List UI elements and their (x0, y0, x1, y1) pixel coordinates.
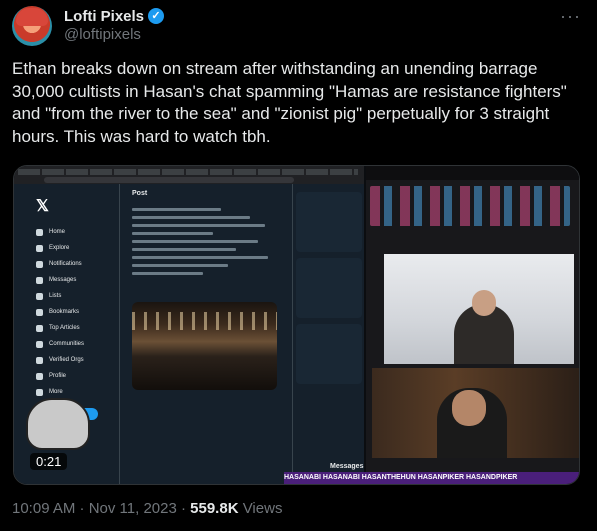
chat-header (366, 166, 579, 180)
x-nav-label: Bookmarks (49, 309, 80, 315)
webcam-bottom (372, 368, 579, 458)
x-logo-icon: 𝕏 (36, 198, 49, 215)
x-nav-item: Profile (36, 368, 116, 384)
x-nav-item: Explore (36, 240, 116, 256)
x-sidebar: 𝕏 Home Explore Notifications Messages Li… (36, 196, 116, 420)
x-right-box (296, 258, 362, 318)
x-nav-label: Top Articles (49, 325, 80, 331)
verified-badge-icon: ✓ (148, 8, 165, 24)
more-icon (36, 388, 43, 396)
x-nav-label: Lists (49, 293, 62, 299)
x-nav-item: Notifications (36, 256, 116, 272)
views-label: Views (242, 500, 283, 517)
explore-icon (36, 244, 43, 252)
mail-icon (36, 276, 43, 284)
x-nav-label: Messages (49, 277, 77, 283)
photo-lights (132, 312, 277, 330)
x-post-text (120, 208, 292, 275)
author-name-line: Lofti Pixels ✓ (64, 6, 165, 26)
tweet-header: Lofti Pixels ✓ @loftipixels ··· (12, 6, 587, 46)
home-icon (36, 228, 43, 236)
x-nav-label: Profile (49, 373, 67, 379)
author-display-name[interactable]: Lofti Pixels (64, 8, 144, 25)
x-nav-label: Home (49, 229, 66, 235)
article-icon (36, 324, 43, 332)
x-main-column: Post (119, 184, 293, 484)
list-icon (36, 292, 43, 300)
x-nav-item: Verified Orgs (36, 352, 116, 368)
browser-url-bar (44, 177, 294, 183)
x-nav-item: Lists (36, 288, 116, 304)
browser-chrome (14, 166, 364, 184)
x-nav-label: Communities (49, 341, 85, 347)
avatar-icon (16, 8, 48, 26)
x-nav-label: Verified Orgs (49, 357, 84, 363)
verified-orgs-icon (36, 356, 43, 364)
streamer-head (452, 390, 486, 426)
x-nav-item: Messages (36, 272, 116, 288)
author-handle[interactable]: @loftipixels (64, 26, 141, 43)
video-timestamp: 0:21 (30, 453, 68, 470)
bookmark-icon (36, 308, 43, 316)
x-right-column (296, 192, 362, 390)
bell-icon (36, 260, 43, 268)
chat-emotes (370, 186, 570, 226)
tweet-meta: 10:09 AM · Nov 11, 2023 · 559.8K Views (12, 500, 282, 517)
view-count: 559.8K (190, 500, 239, 517)
x-nav-item: Top Articles (36, 320, 116, 336)
video-media[interactable]: 𝕏 Home Explore Notifications Messages Li… (13, 165, 580, 485)
x-right-box (296, 192, 362, 252)
x-right-box (296, 324, 362, 384)
profile-icon (36, 372, 43, 380)
post-time[interactable]: 10:09 AM · Nov 11, 2023 · (12, 500, 190, 517)
streamer-head (472, 290, 496, 316)
x-post-photo (132, 302, 277, 390)
x-nav-label: Notifications (49, 261, 82, 267)
x-nav-label: More (49, 389, 63, 395)
dog-mascot-icon (26, 398, 90, 450)
messages-label: Messages (330, 463, 364, 470)
x-nav-label: Explore (49, 245, 70, 251)
webcam-top (384, 254, 574, 364)
more-options-icon[interactable]: ··· (560, 6, 581, 27)
communities-icon (36, 340, 43, 348)
channel-banner: HASANABI HASANABI HASANTHEHUN HASANPIKER… (284, 472, 579, 484)
x-main-title: Post (132, 190, 148, 197)
browser-tabs (18, 169, 358, 175)
x-nav-item: Communities (36, 336, 116, 352)
tweet-text: Ethan breaks down on stream after withst… (12, 59, 567, 146)
x-nav-item: Bookmarks (36, 304, 116, 320)
x-nav-item: Home (36, 224, 116, 240)
avatar[interactable] (12, 6, 52, 46)
